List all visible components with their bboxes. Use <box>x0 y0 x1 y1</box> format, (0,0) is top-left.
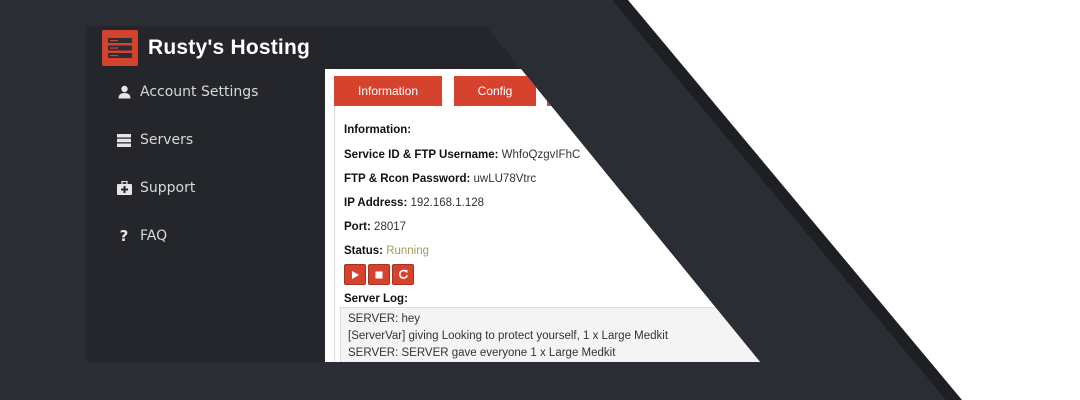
ip-value: 192.168.1.128 <box>410 197 485 209</box>
user-icon <box>116 84 132 100</box>
password-value: uwLU78Vtrc <box>473 173 537 185</box>
port-label: Port: <box>344 221 371 233</box>
status-label: Status: <box>344 245 383 257</box>
start-button[interactable] <box>344 264 366 285</box>
port-value: 28017 <box>374 221 407 233</box>
info-password: FTP & Rcon Password: uwLU78Vtrc <box>344 173 536 185</box>
sidebar-item-support[interactable]: Support <box>116 176 195 200</box>
stop-icon <box>375 271 383 278</box>
service-id-value: WhfoQzgvIFhC <box>501 149 581 161</box>
server-log-title: Server Log: <box>344 293 408 305</box>
brand[interactable]: Rusty's Hosting <box>102 30 310 66</box>
log-line: SERVER: SERVER gave everyone 1 x Large M… <box>348 347 616 359</box>
restart-icon <box>398 269 408 279</box>
log-line: SERVER: hey <box>348 313 421 325</box>
info-heading: Information: <box>344 124 412 136</box>
medkit-icon <box>116 180 132 196</box>
play-icon <box>352 270 359 279</box>
sidebar-item-label: FAQ <box>140 228 168 244</box>
ip-label: IP Address: <box>344 197 408 209</box>
sidebar-item-label: Servers <box>140 132 194 148</box>
log-line: [ServerVar] giving Looking to protect yo… <box>348 330 669 342</box>
password-label: FTP & Rcon Password: <box>344 173 471 185</box>
tab-information[interactable]: Information <box>334 76 442 106</box>
sidebar-item-label: Support <box>140 180 196 196</box>
sidebar-item-faq[interactable]: ? FAQ <box>116 224 167 248</box>
tab-config[interactable]: Config <box>454 76 536 106</box>
info-status: Status: Running <box>344 245 429 257</box>
status-badge: Running <box>386 245 430 257</box>
server-rack-logo-icon <box>102 30 138 66</box>
service-id-label: Service ID & FTP Username: <box>344 149 499 161</box>
server-controls <box>344 264 414 285</box>
info-port: Port: 28017 <box>344 221 406 233</box>
sidebar-item-label: Account Settings <box>140 84 259 100</box>
app-title: Rusty's Hosting <box>148 36 311 59</box>
server-icon <box>116 132 132 148</box>
stop-button[interactable] <box>368 264 390 285</box>
restart-button[interactable] <box>392 264 414 285</box>
sidebar-item-account-settings[interactable]: Account Settings <box>116 80 258 104</box>
info-service-id: Service ID & FTP Username: WhfoQzgvIFhC <box>344 149 580 161</box>
question-icon: ? <box>119 227 129 245</box>
server-log[interactable]: SERVER: hey [ServerVar] giving Looking t… <box>340 307 760 362</box>
info-ip-address: IP Address: 192.168.1.128 <box>344 197 484 209</box>
sidebar-item-servers[interactable]: Servers <box>116 128 193 152</box>
